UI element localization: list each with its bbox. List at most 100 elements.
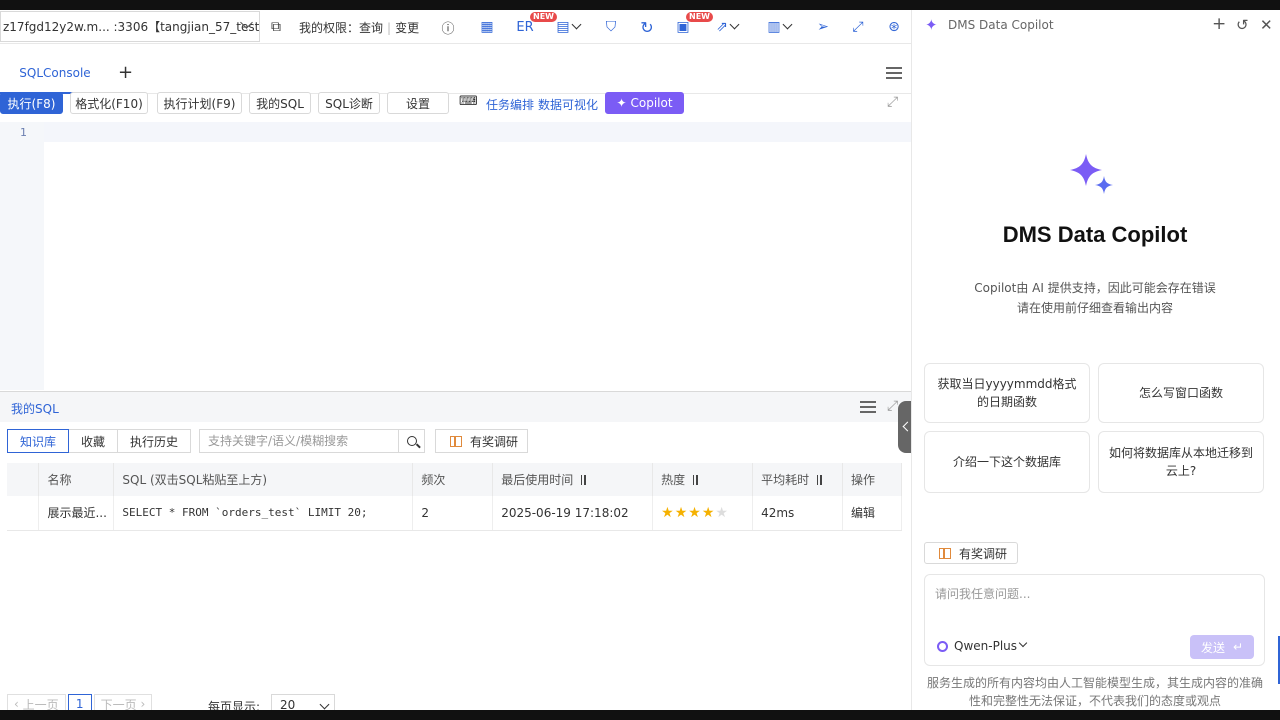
close-icon[interactable]: ✕: [1260, 16, 1273, 34]
chat-input[interactable]: [935, 587, 1255, 601]
chat-composer: Qwen-Plus 发送 ↵: [924, 574, 1265, 666]
col-name: 名称: [38, 463, 115, 496]
search-input[interactable]: [200, 430, 398, 452]
er-diagram-button[interactable]: ER NEW: [512, 12, 557, 36]
copilot-disclaimer: 服务生成的所有内容均由人工智能模型生成，其生成内容的准确 性和完整性无法保证，不…: [912, 674, 1278, 710]
panel-header: 我的SQL ⤢: [0, 392, 911, 422]
suggestion-card[interactable]: 怎么写窗口函数: [1098, 363, 1264, 423]
chevron-down-icon: [571, 19, 582, 29]
cell-avg-time: 42ms: [752, 496, 844, 531]
col-avg-time-label: 平均耗时: [761, 473, 810, 487]
perm-query: 查询: [359, 21, 384, 35]
doc-new-icon[interactable]: ▣ NEW: [674, 12, 713, 36]
console-tab-bar: SQLConsole +: [0, 54, 911, 94]
survey-button[interactable]: 有奖调研: [435, 429, 528, 453]
er-label: ER: [516, 19, 534, 35]
subtab-knowledge[interactable]: 知识库: [7, 429, 70, 453]
menu-icon[interactable]: [860, 401, 876, 413]
tab-my-sql[interactable]: 我的SQL: [11, 400, 59, 417]
security-badge-icon[interactable]: ⊛: [885, 18, 903, 36]
cell-last-used: 2025-06-19 17:18:02: [492, 496, 654, 531]
sparkle-icon: ✦: [616, 96, 627, 110]
copy-window-icon[interactable]: ⧉: [267, 18, 285, 36]
connection-label: z17fgd12y2w.m... :3306【tangjian_57_test】: [3, 20, 260, 34]
export-menu-icon[interactable]: ⇗: [710, 18, 744, 36]
send-icon[interactable]: ➢: [814, 18, 832, 36]
col-last-used-label: 最后使用时间: [501, 473, 574, 487]
fullscreen-icon[interactable]: ⤢: [849, 18, 867, 36]
copilot-description: Copilot由 AI 提供支持，因此可能会存在错误 请在使用前仔细查看输出内容: [912, 278, 1278, 318]
copilot-survey-label: 有奖调研: [959, 546, 1008, 561]
new-badge: NEW: [686, 12, 713, 22]
save-menu-icon[interactable]: ▥: [762, 18, 796, 36]
table-row[interactable]: 展示最近... SELECT * FROM `orders_test` LIMI…: [7, 496, 902, 531]
send-button[interactable]: 发送 ↵: [1190, 635, 1254, 659]
search-icon: [406, 436, 417, 446]
sparkle-icon: ✦: [925, 16, 938, 34]
action-bar: 执行(F8) 格式化(F10) 执行计划(F9) 我的SQL SQL诊断 设置 …: [0, 92, 911, 118]
star-empty-icon: ★: [715, 504, 729, 521]
new-chat-icon[interactable]: +: [1212, 14, 1226, 34]
subtab-history[interactable]: 执行历史: [117, 429, 192, 453]
task-orchestration-link[interactable]: 任务编排: [486, 96, 534, 113]
col-heat-label: 热度: [661, 473, 686, 487]
sql-editor[interactable]: 1: [0, 122, 911, 390]
permission-info: 我的权限：查询 | 变更: [299, 19, 419, 36]
star-filled-icon: ★: [688, 504, 702, 521]
menu-icon[interactable]: [886, 67, 902, 79]
copilot-title: DMS Data Copilot: [1002, 222, 1188, 247]
chevron-down-icon: [319, 699, 330, 710]
disclaimer-line2: 性和完整性无法保证，不代表我们的态度或观点: [968, 694, 1221, 708]
col-avg-time[interactable]: 平均耗时: [752, 463, 844, 496]
refresh-icon[interactable]: ↻: [638, 18, 656, 37]
sql-subtabs: 知识库 收藏 执行历史: [7, 429, 192, 453]
col-action: 操作: [842, 463, 902, 496]
info-icon[interactable]: ⓘ: [439, 18, 457, 37]
connection-select[interactable]: z17fgd12y2w.m... :3306【tangjian_57_test】: [0, 11, 260, 42]
history-icon[interactable]: ↺: [1236, 16, 1249, 34]
data-visual-link[interactable]: 数据可视化: [538, 96, 598, 113]
send-label: 发送: [1200, 640, 1225, 655]
expand-icon[interactable]: ⤢: [887, 94, 898, 110]
gift-icon: [450, 435, 462, 447]
edit-link[interactable]: 编辑: [842, 496, 902, 531]
cell-freq: 2: [412, 496, 494, 531]
col-freq: 频次: [412, 463, 494, 496]
row-select[interactable]: [7, 496, 40, 531]
suggestion-card[interactable]: 如何将数据库从本地迁移到云上?: [1098, 431, 1264, 493]
enter-icon: ↵: [1232, 640, 1244, 654]
col-select: [7, 463, 40, 496]
survey-label: 有奖调研: [470, 434, 519, 449]
search-button[interactable]: [398, 430, 424, 452]
expand-icon[interactable]: ⤢: [887, 398, 898, 414]
tab-sqlconsole[interactable]: SQLConsole: [0, 54, 110, 94]
copilot-button-label: Copilot: [630, 96, 673, 110]
copilot-button[interactable]: ✦ Copilot: [605, 92, 684, 114]
shield-icon[interactable]: ⛉: [602, 18, 620, 36]
copilot-header: ✦ DMS Data Copilot + ↺ ✕: [912, 10, 1280, 40]
copilot-survey-button[interactable]: 有奖调研: [924, 542, 1018, 564]
cell-sql[interactable]: SELECT * FROM `orders_test` LIMIT 20;: [113, 496, 414, 531]
suggestion-card[interactable]: 介绍一下这个数据库: [924, 431, 1090, 493]
format-button[interactable]: 格式化(F10): [70, 92, 148, 114]
collapse-panel-handle[interactable]: [898, 401, 912, 453]
model-icon: [937, 640, 948, 652]
chart-menu-icon[interactable]: ▤: [551, 18, 585, 36]
explain-plan-button[interactable]: 执行计划(F9): [157, 92, 242, 114]
table-grid-icon[interactable]: ▦: [478, 18, 496, 36]
my-sql-button[interactable]: 我的SQL: [249, 92, 311, 114]
sql-diagnose-button[interactable]: SQL诊断: [318, 92, 380, 114]
model-select[interactable]: Qwen-Plus: [937, 638, 1028, 653]
col-heat[interactable]: 热度: [652, 463, 754, 496]
sql-table: 名称 SQL (双击SQL粘贴至上方) 频次 最后使用时间 热度 平均耗时 操作…: [7, 463, 902, 531]
suggestion-card[interactable]: 获取当日yyyymmdd格式的日期函数: [924, 363, 1090, 423]
disclaimer-line1: 服务生成的所有内容均由人工智能模型生成，其生成内容的准确: [926, 676, 1263, 690]
cell-heat: ★★★★★: [652, 496, 754, 531]
copilot-desc-line1: Copilot由 AI 提供支持，因此可能会存在错误: [974, 281, 1216, 295]
col-last-used[interactable]: 最后使用时间: [492, 463, 654, 496]
add-tab-button[interactable]: +: [118, 62, 133, 83]
cell-name: 展示最近...: [38, 496, 115, 531]
execute-button[interactable]: 执行(F8): [0, 92, 63, 114]
settings-button[interactable]: 设置: [387, 92, 449, 114]
subtab-favorites[interactable]: 收藏: [68, 429, 119, 453]
